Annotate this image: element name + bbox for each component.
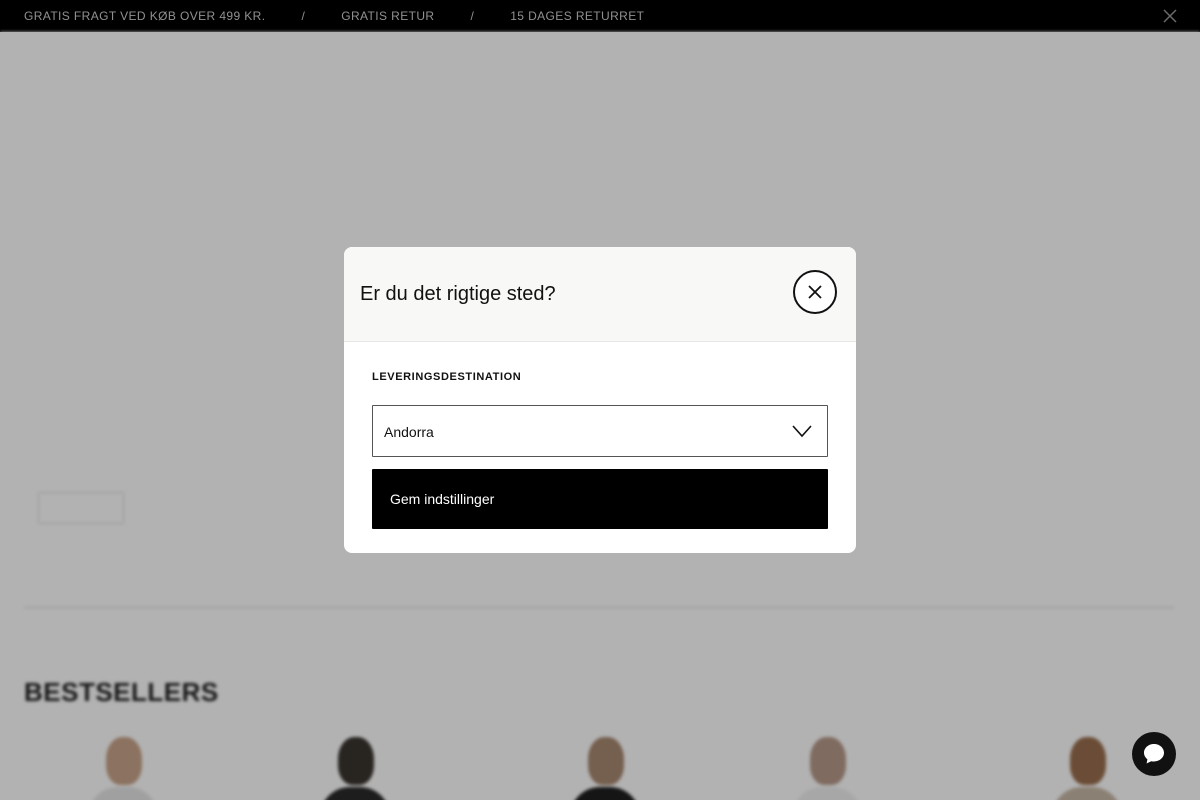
close-icon [808, 285, 822, 299]
modal-close-button[interactable] [793, 270, 837, 314]
modal-header: Er du det rigtige sted? [344, 247, 856, 342]
chevron-down-icon [792, 425, 812, 438]
chat-icon [1144, 744, 1164, 764]
country-select-value: Andorra [384, 424, 434, 440]
delivery-destination-label: LEVERINGSDESTINATION [372, 371, 522, 383]
chat-launcher-button[interactable] [1132, 732, 1176, 776]
location-modal: Er du det rigtige sted? LEVERINGSDESTINA… [344, 247, 856, 553]
modal-title: Er du det rigtige sted? [360, 283, 556, 305]
country-select[interactable]: Andorra [372, 405, 828, 457]
save-settings-button[interactable]: Gem indstillinger [372, 469, 828, 529]
